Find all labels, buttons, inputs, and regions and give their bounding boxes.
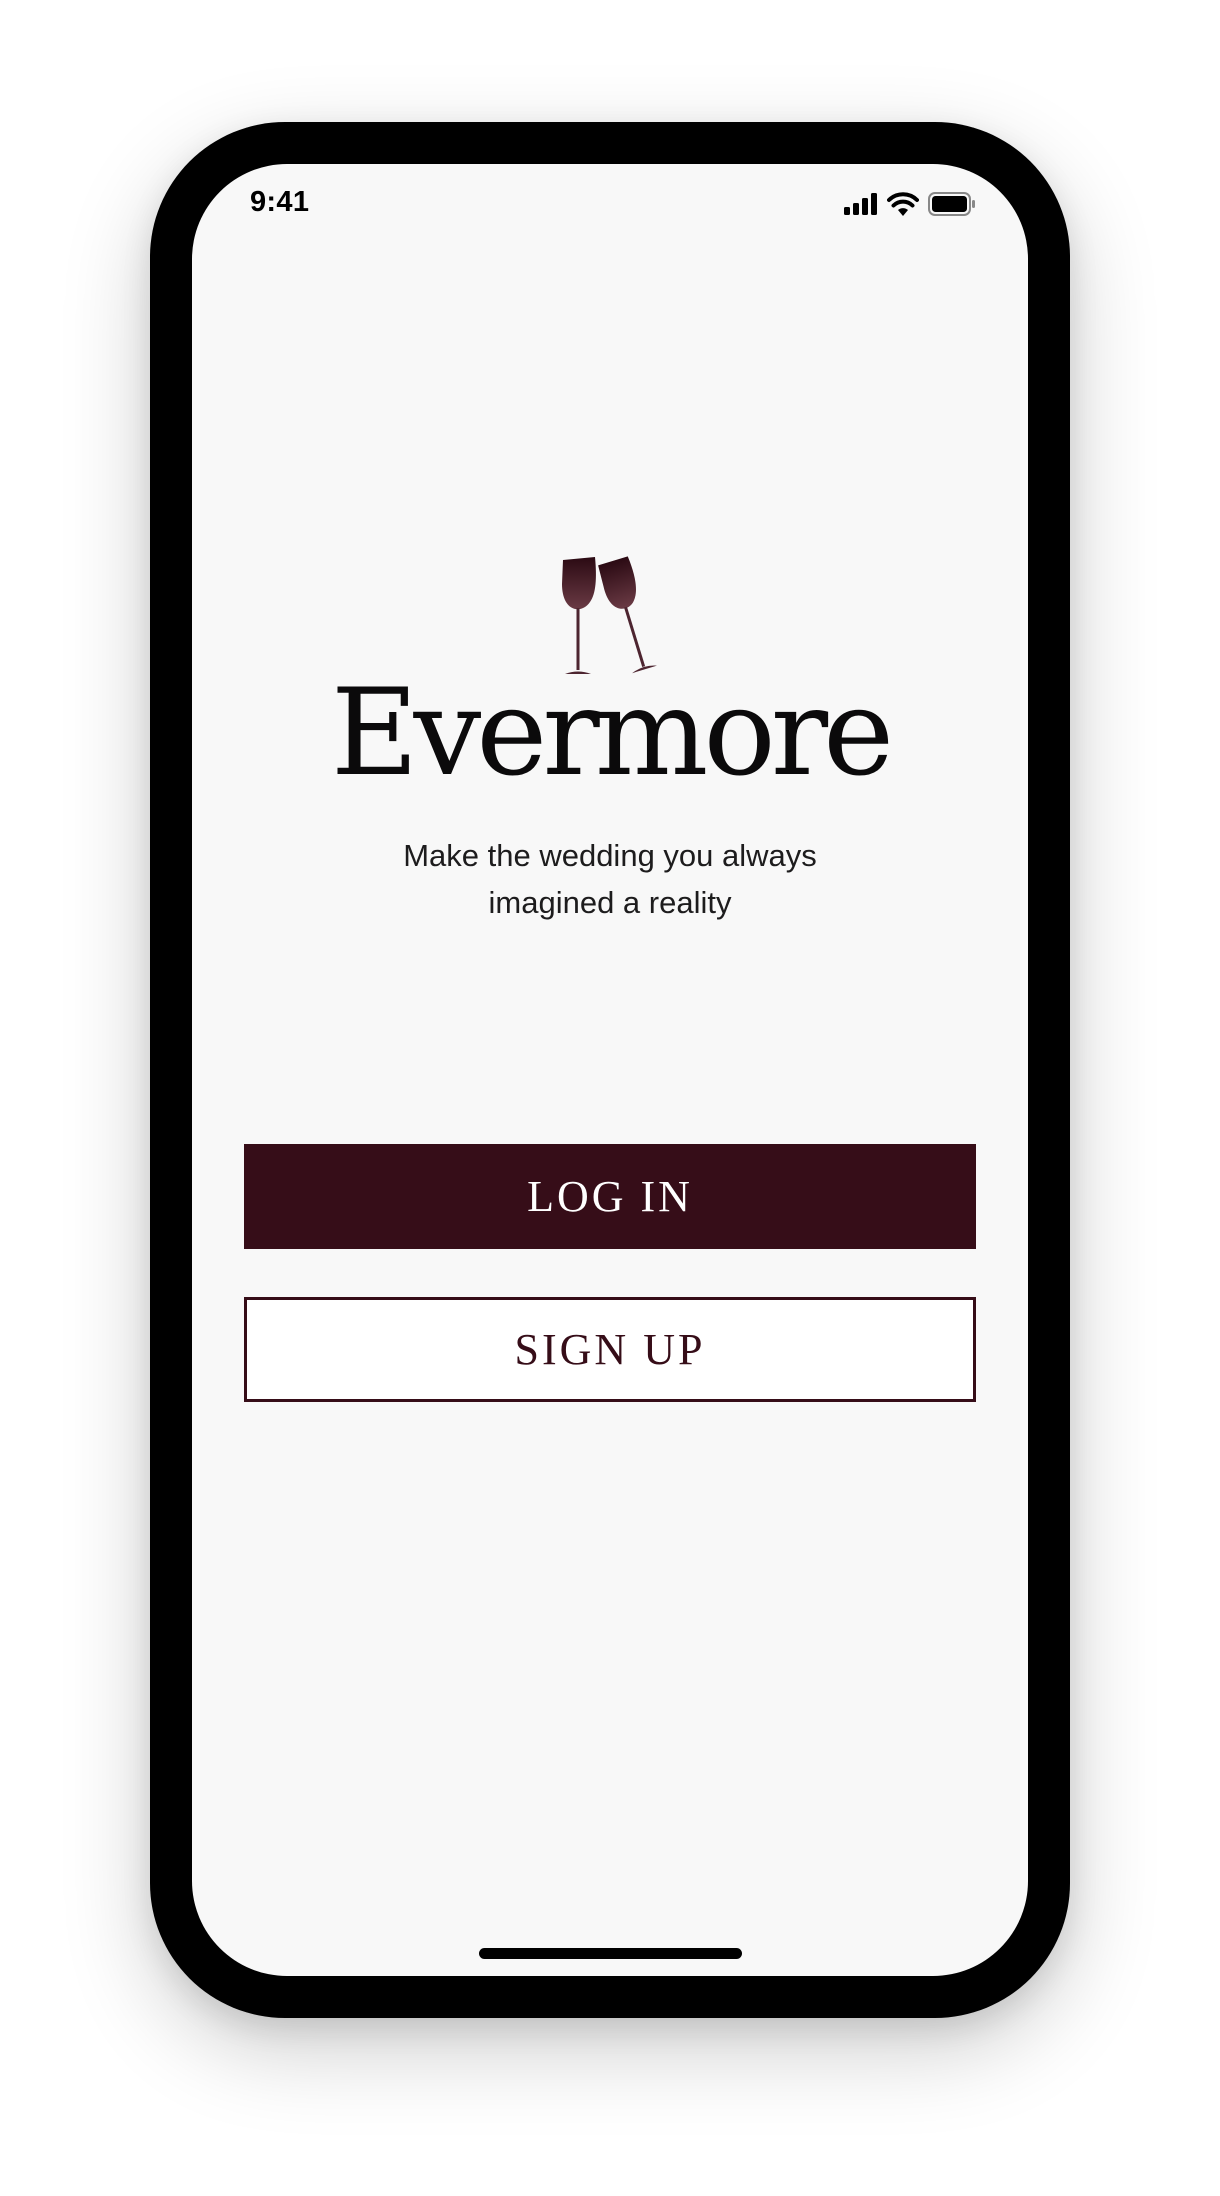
signup-button[interactable]: SIGN UP bbox=[244, 1297, 976, 1402]
battery-icon bbox=[928, 192, 976, 216]
tagline: Make the wedding you always imagined a r… bbox=[403, 838, 817, 920]
brand-name: Evermore bbox=[330, 664, 894, 803]
status-time: 9:41 bbox=[250, 186, 310, 218]
phone-frame: 9:41 Evermore Make the wedding you alway… bbox=[150, 122, 1070, 2018]
app-screen: 9:41 Evermore Make the wedding you alway… bbox=[192, 164, 1028, 1976]
stage: 9:41 Evermore Make the wedding you alway… bbox=[0, 0, 1220, 2196]
wine-glasses-toast-icon bbox=[557, 550, 663, 680]
login-button[interactable]: LOG IN bbox=[244, 1144, 976, 1249]
wifi-icon bbox=[887, 192, 919, 216]
cellular-signal-icon bbox=[844, 193, 878, 215]
status-icons bbox=[844, 192, 976, 216]
home-indicator[interactable] bbox=[479, 1948, 742, 1959]
